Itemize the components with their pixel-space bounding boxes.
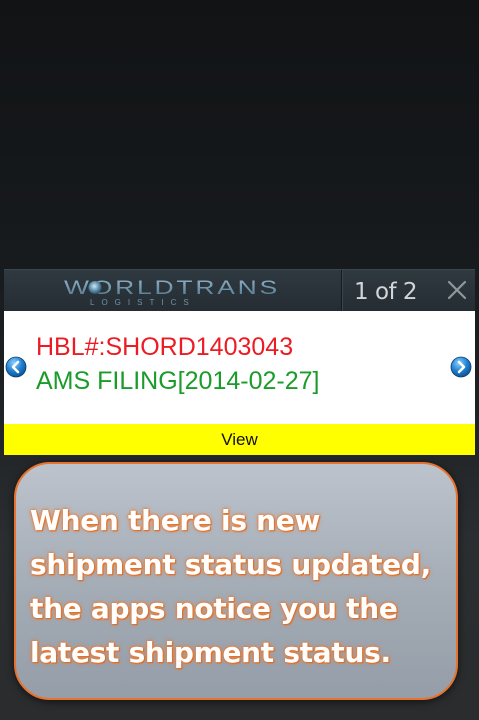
chevron-right-circle-icon[interactable] <box>450 356 472 378</box>
view-button[interactable]: View <box>4 424 475 455</box>
header-divider <box>341 270 342 311</box>
callout-bubble: When there is new shipment status update… <box>14 462 458 700</box>
chevron-left-circle-icon[interactable] <box>5 356 27 378</box>
popup-header: WORLDTRANS LOGISTICS 1 of 2 <box>4 269 475 311</box>
logo-subtext: LOGISTICS <box>90 298 196 306</box>
notification-body[interactable]: HBL#:SHORD1403043 AMS FILING[2014-02-27] <box>4 311 475 424</box>
page-indicator: 1 of 2 <box>354 279 418 305</box>
callout-text: When there is new shipment status update… <box>30 504 431 669</box>
hbl-number: HBL#:SHORD1403043 <box>36 333 294 361</box>
shipment-status: AMS FILING[2014-02-27] <box>36 367 320 395</box>
worldtrans-logo: WORLDTRANS LOGISTICS <box>64 278 278 306</box>
close-icon[interactable] <box>443 276 471 304</box>
notification-popup: WORLDTRANS LOGISTICS 1 of 2 HBL#:SHORD14… <box>4 269 475 455</box>
